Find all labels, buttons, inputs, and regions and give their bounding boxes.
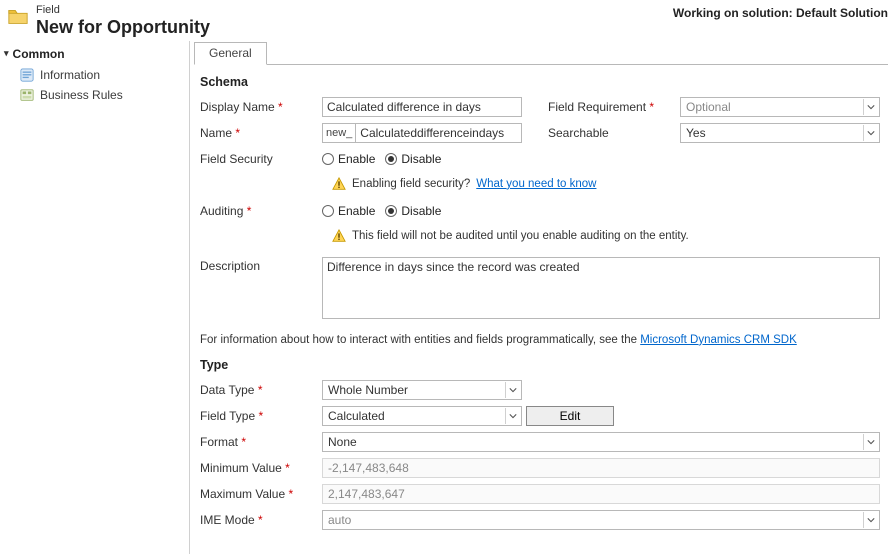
chevron-down-icon xyxy=(863,512,877,528)
name-prefix: new_ xyxy=(322,123,355,143)
sidebar-item-information[interactable]: Information xyxy=(4,65,189,85)
sidebar-section-common[interactable]: ▾ Common xyxy=(4,45,189,65)
max-value-field[interactable]: 2,147,483,647 xyxy=(322,484,880,504)
sidebar-item-label: Business Rules xyxy=(40,88,123,102)
description-input[interactable] xyxy=(322,257,880,319)
name-input[interactable] xyxy=(355,123,522,143)
sidebar-item-business-rules[interactable]: Business Rules xyxy=(4,85,189,105)
sidebar-section-label: Common xyxy=(13,47,65,61)
field-type-value: Calculated xyxy=(328,409,385,423)
field-security-enable-radio[interactable]: Enable xyxy=(322,152,375,166)
field-security-disable-radio[interactable]: Disable xyxy=(385,152,441,166)
chevron-down-icon xyxy=(863,99,877,115)
rules-icon xyxy=(20,88,34,102)
radio-label: Disable xyxy=(401,204,441,218)
tab-bar: General xyxy=(194,41,888,65)
format-select[interactable]: None xyxy=(322,432,880,452)
display-name-input[interactable] xyxy=(322,97,522,117)
ime-mode-label: IME Mode xyxy=(200,513,255,527)
content-area: General Schema Display Name * Field Requ… xyxy=(190,41,894,554)
folder-icon xyxy=(6,6,30,28)
data-type-select[interactable]: Whole Number xyxy=(322,380,522,400)
radio-icon xyxy=(322,153,334,165)
chevron-down-icon xyxy=(863,125,877,141)
min-value-field[interactable]: -2,147,483,648 xyxy=(322,458,880,478)
warning-icon xyxy=(332,177,346,191)
min-value-label: Minimum Value xyxy=(200,461,282,475)
sdk-note-text: For information about how to interact wi… xyxy=(200,334,637,346)
data-type-value: Whole Number xyxy=(328,383,408,397)
chevron-down-icon xyxy=(505,382,519,398)
radio-icon xyxy=(322,205,334,217)
ime-mode-select[interactable]: auto xyxy=(322,510,880,530)
security-note-text: Enabling field security? xyxy=(352,178,470,190)
radio-icon xyxy=(385,205,397,217)
sdk-link[interactable]: Microsoft Dynamics CRM SDK xyxy=(640,334,797,346)
format-value: None xyxy=(328,435,357,449)
field-type-label: Field Type xyxy=(200,409,255,423)
sidebar: ▾ Common Information Business Rules xyxy=(0,41,190,554)
section-schema-heading: Schema xyxy=(190,65,888,95)
warning-icon xyxy=(332,229,346,243)
field-requirement-value: Optional xyxy=(686,100,731,114)
name-label: Name xyxy=(200,126,232,140)
radio-label: Disable xyxy=(401,152,441,166)
data-type-label: Data Type xyxy=(200,383,254,397)
auditing-note-text: This field will not be audited until you… xyxy=(352,230,689,242)
radio-icon xyxy=(385,153,397,165)
section-type-heading: Type xyxy=(190,348,888,378)
page-header: Field New for Opportunity Working on sol… xyxy=(0,0,894,41)
solution-label: Working on solution: Default Solution xyxy=(673,4,888,20)
format-label: Format xyxy=(200,435,238,449)
auditing-disable-radio[interactable]: Disable xyxy=(385,204,441,218)
field-requirement-select[interactable]: Optional xyxy=(680,97,880,117)
chevron-down-icon xyxy=(505,408,519,424)
max-value-label: Maximum Value xyxy=(200,487,285,501)
display-name-label: Display Name xyxy=(200,100,275,114)
page-title: New for Opportunity xyxy=(36,17,210,39)
field-type-select[interactable]: Calculated xyxy=(322,406,522,426)
searchable-label: Searchable xyxy=(548,126,609,140)
tab-general[interactable]: General xyxy=(194,42,267,65)
auditing-enable-radio[interactable]: Enable xyxy=(322,204,375,218)
sidebar-item-label: Information xyxy=(40,68,100,82)
searchable-value: Yes xyxy=(686,126,706,140)
security-note-link[interactable]: What you need to know xyxy=(476,178,596,190)
searchable-select[interactable]: Yes xyxy=(680,123,880,143)
chevron-down-icon xyxy=(863,434,877,450)
radio-label: Enable xyxy=(338,204,375,218)
ime-mode-value: auto xyxy=(328,513,351,527)
field-security-label: Field Security xyxy=(200,152,273,166)
entity-type-label: Field xyxy=(36,4,210,17)
field-requirement-label: Field Requirement xyxy=(548,100,646,114)
description-label: Description xyxy=(200,259,260,273)
chevron-down-icon: ▾ xyxy=(4,48,9,59)
auditing-label: Auditing xyxy=(200,204,243,218)
edit-button[interactable]: Edit xyxy=(526,406,614,426)
info-icon xyxy=(20,68,34,82)
radio-label: Enable xyxy=(338,152,375,166)
